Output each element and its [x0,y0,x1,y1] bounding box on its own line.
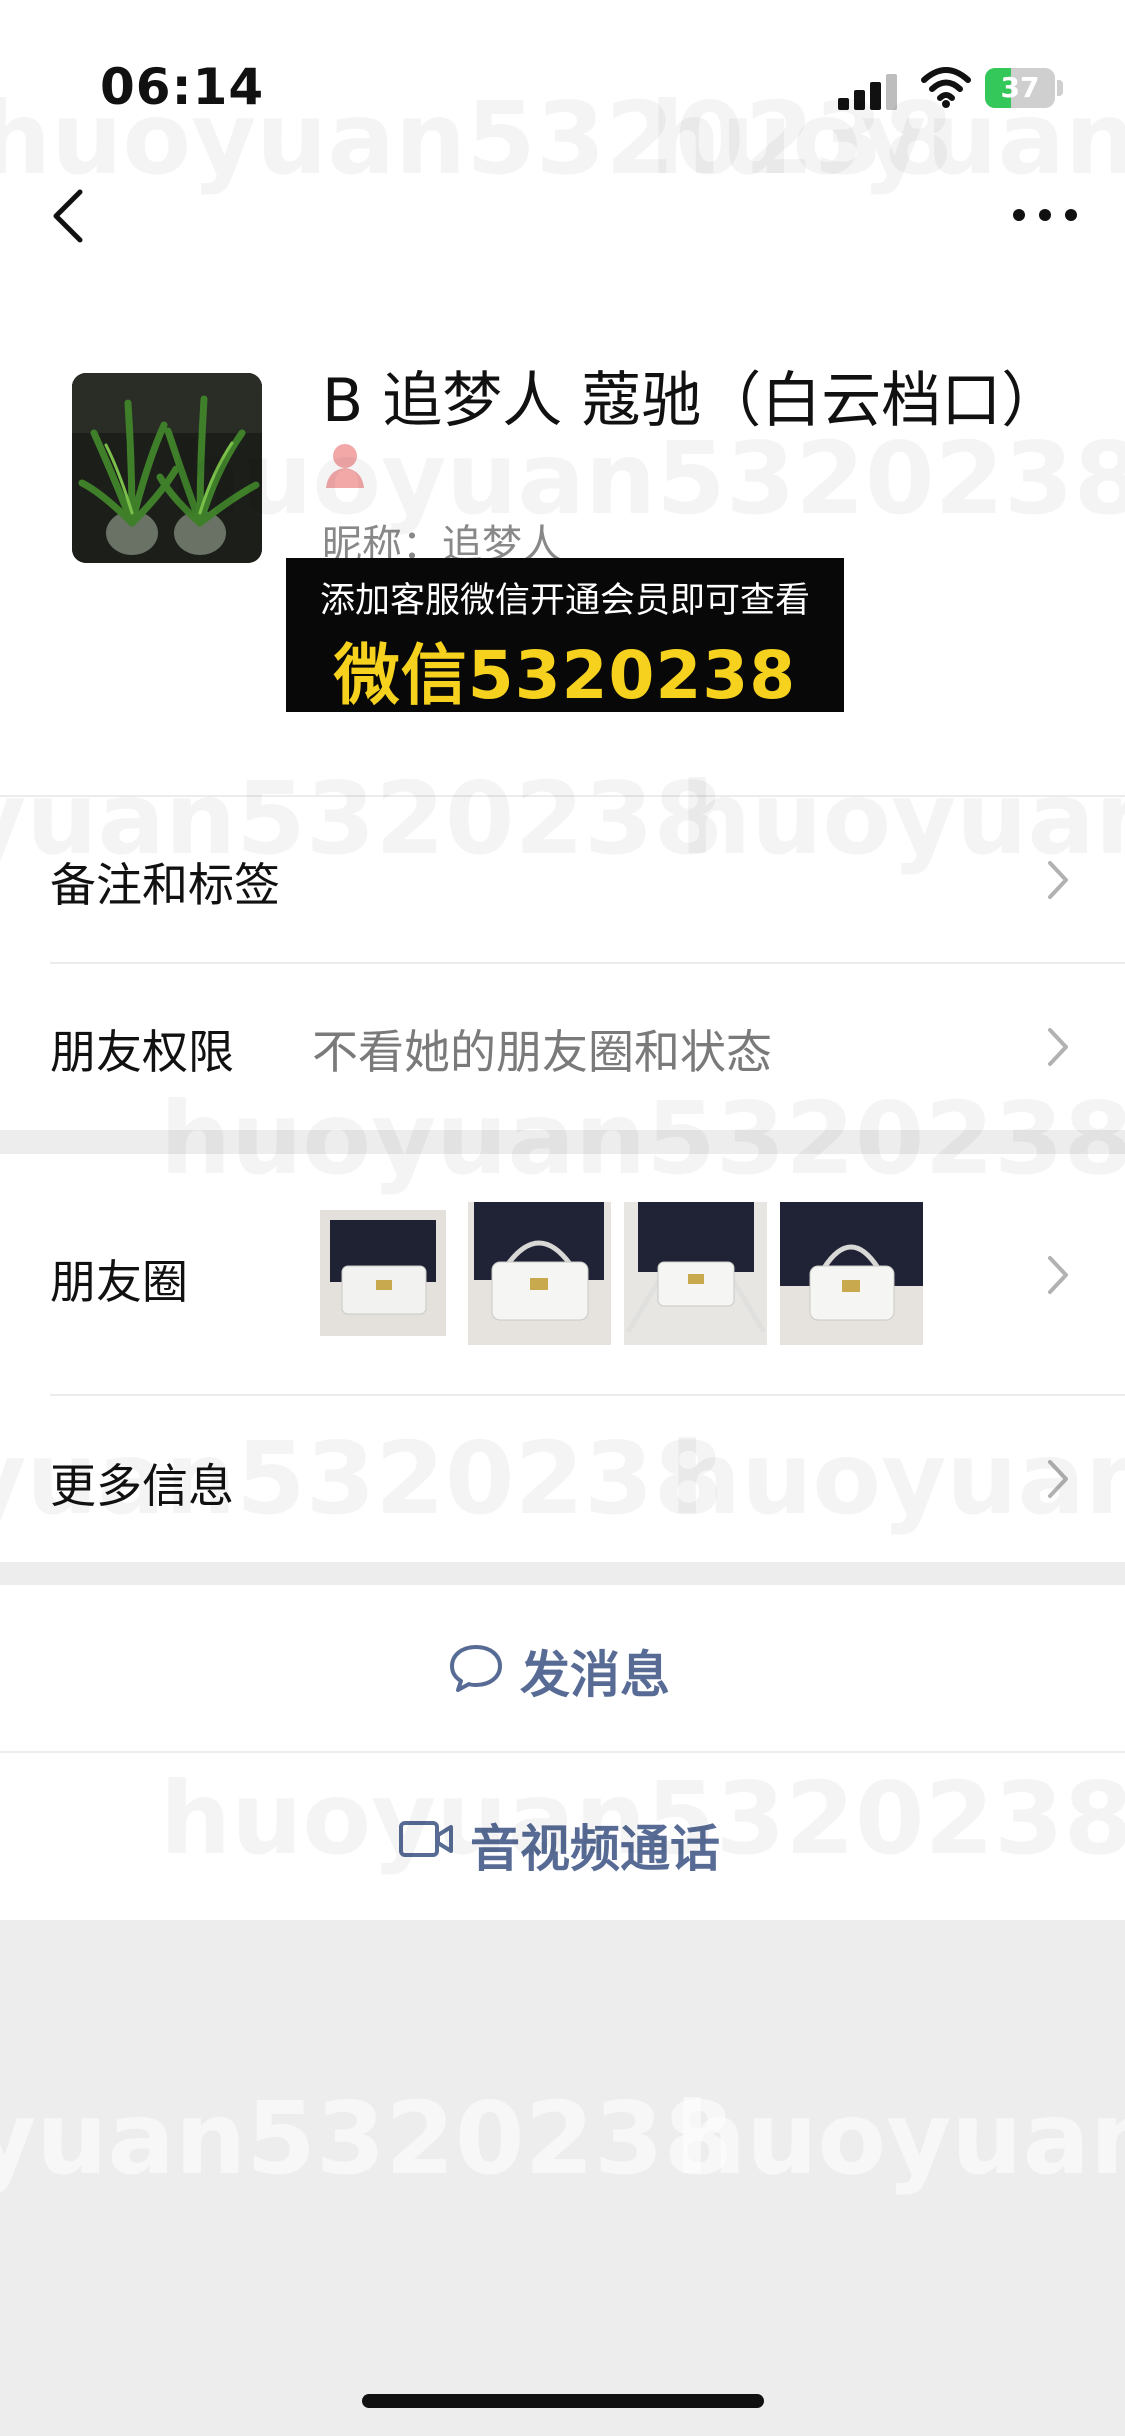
promo-text: 添加客服微信开通会员即可查看 [319,581,810,621]
permission-row[interactable]: 朋友权限 不看她的朋友圈和状态 [0,964,1125,1130]
remark-row[interactable]: 备注和标签 [0,797,1125,962]
moment-thumbnail[interactable] [780,1202,923,1345]
permission-value: 不看她的朋友圈和状态 [312,1025,772,1079]
more-button[interactable] [1005,195,1085,235]
video-camera-icon [399,1821,453,1857]
status-time: 06:14 [100,58,265,116]
moment-thumbnail[interactable] [624,1202,767,1345]
watermark: huoyuan5320238 [0,2080,734,2197]
female-gender-icon [322,440,368,490]
send-message-button[interactable]: 发消息 [0,1585,1125,1751]
promo-banner: 添加客服微信开通会员即可查看 微信5320238 [286,558,844,714]
chevron-right-icon [1048,861,1068,899]
video-call-label: 音视频通话 [470,1820,720,1878]
avatar[interactable] [72,373,262,563]
cellular-signal-icon [838,74,900,110]
handbag-photo [624,1202,767,1345]
back-button[interactable] [40,180,100,250]
moment-thumbnail[interactable] [320,1210,446,1336]
battery-icon: 37 [985,68,1065,108]
wifi-icon [920,64,972,108]
chevron-right-icon [1048,1028,1068,1066]
handbag-photo [468,1202,611,1345]
moment-thumbnail[interactable] [468,1202,611,1345]
video-call-button[interactable]: 音视频通话 [0,1753,1125,1920]
chevron-left-icon [53,189,83,243]
home-indicator[interactable] [362,2394,764,2408]
remark-label: 备注和标签 [50,858,280,912]
contact-name: B 追梦人 蔻驰（白云档口） [322,366,1062,436]
more-info-label: 更多信息 [50,1459,234,1513]
more-dots-icon [1013,209,1077,221]
promo-wechat-id: 微信5320238 [333,637,797,714]
chevron-right-icon [1048,1256,1068,1294]
handbag-photo [320,1210,446,1336]
moments-label: 朋友圈 [50,1255,188,1309]
send-message-label: 发消息 [520,1646,670,1704]
more-info-row[interactable]: 更多信息 [0,1396,1125,1562]
bamboo-plant-image [72,373,262,563]
handbag-photo [780,1202,923,1345]
permission-label: 朋友权限 [50,1025,234,1079]
chevron-right-icon [1048,1460,1068,1498]
watermark: huoyuan5320238 [675,2080,1125,2197]
chat-bubble-icon [450,1645,502,1692]
battery-percent: 37 [1000,71,1040,104]
